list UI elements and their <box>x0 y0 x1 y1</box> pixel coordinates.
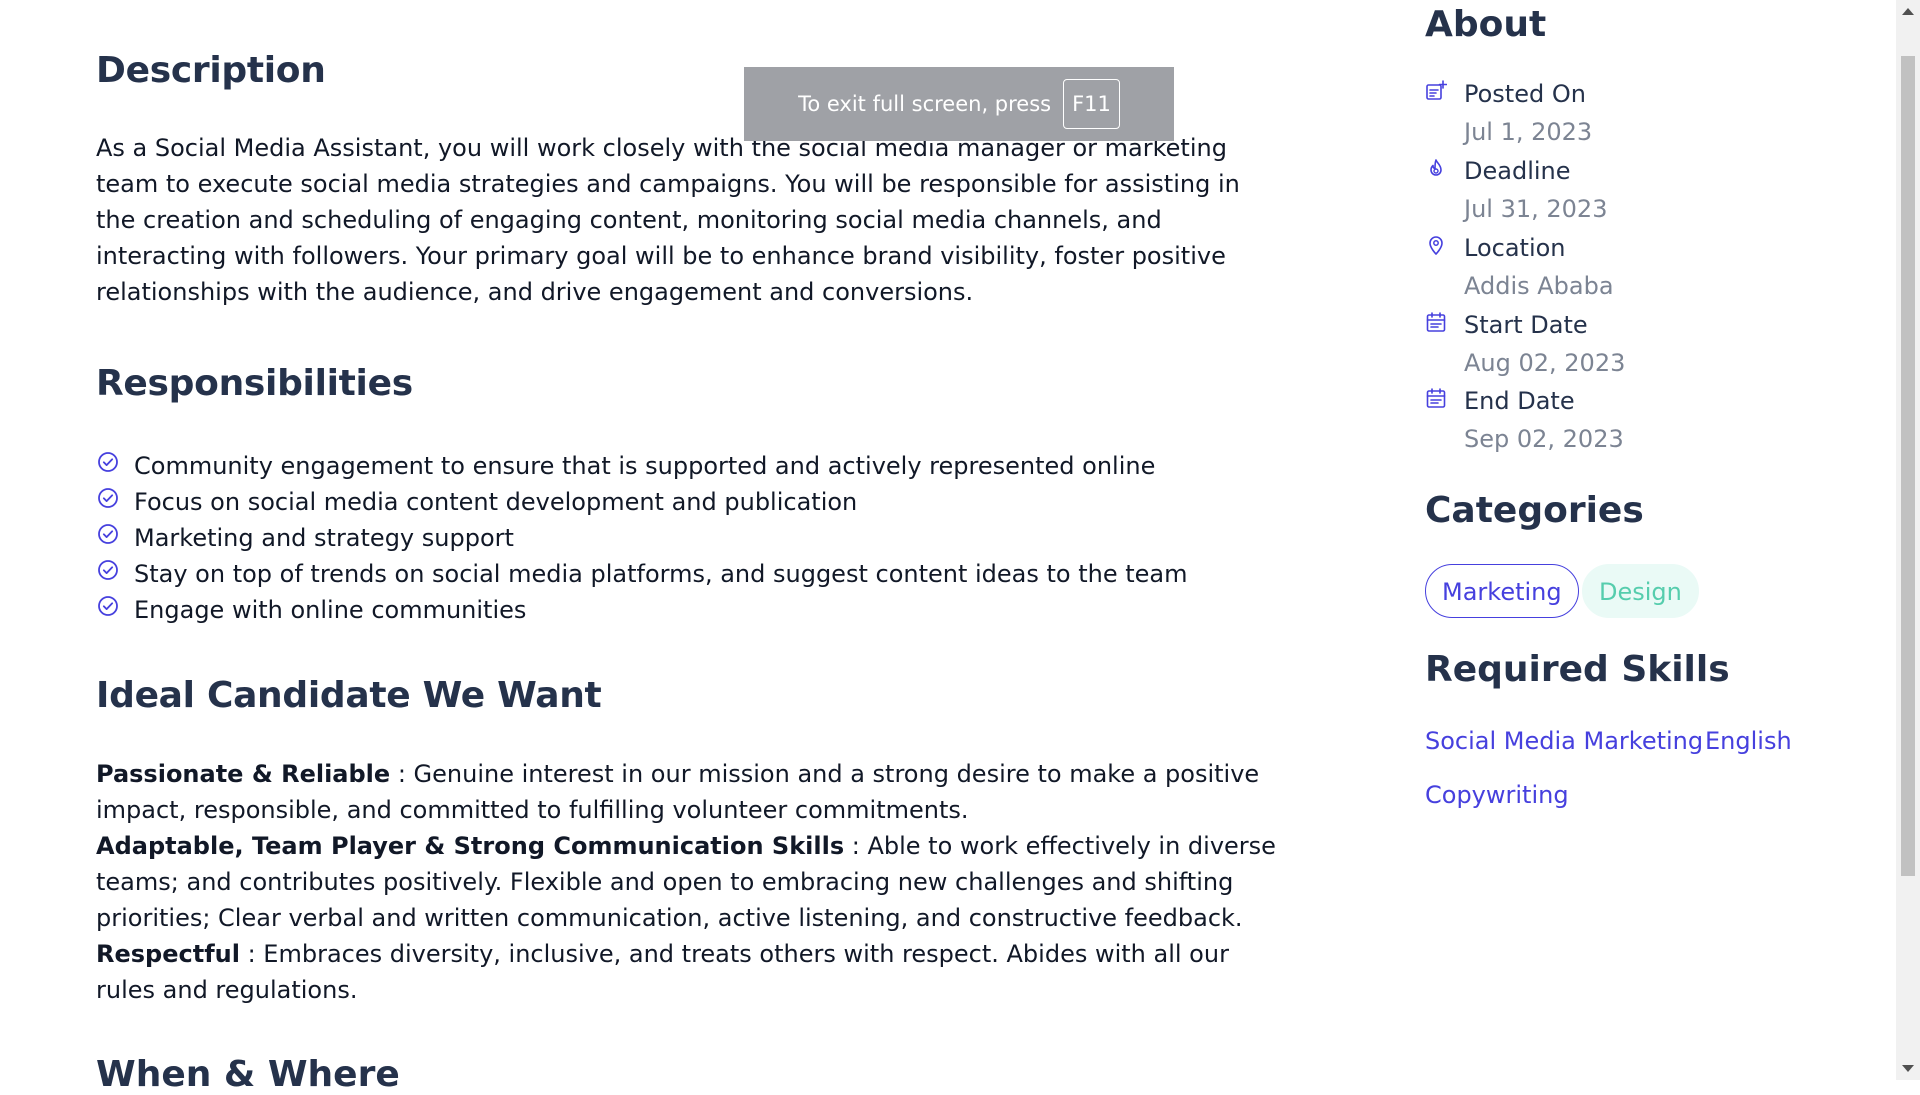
trait-name: Passionate & Reliable <box>96 760 391 788</box>
skill-tag[interactable]: Social Media Marketing <box>1425 727 1703 755</box>
location-pin-icon <box>1429 236 1443 255</box>
trait-item: Passionate & Reliable : Genuine interest… <box>96 756 1286 828</box>
trait-name: Adaptable, Team Player & Strong Communic… <box>96 832 845 860</box>
list-item: Stay on top of trends on social media pl… <box>96 556 1188 592</box>
about-value: Addis Ababa <box>1464 272 1614 300</box>
about-label: Start Date <box>1464 311 1588 339</box>
ideal-candidate-traits: Passionate & Reliable : Genuine interest… <box>96 756 1286 1008</box>
responsibilities-list: Community engagement to ensure that is s… <box>96 448 1188 628</box>
scroll-down-arrow-icon[interactable] <box>1902 1065 1914 1072</box>
trait-text: : Embraces diversity, inclusive, and tre… <box>96 940 1229 1004</box>
check-circle-icon <box>98 452 118 472</box>
responsibilities-title: Responsibilities <box>96 363 413 404</box>
about-label: Deadline <box>1464 157 1571 185</box>
trait-name: Respectful <box>96 940 240 968</box>
fullscreen-exit-toast: To exit full screen, press F11 <box>744 67 1174 141</box>
when-where-title: When & Where <box>96 1054 400 1095</box>
about-label: Posted On <box>1464 80 1586 108</box>
toast-key: F11 <box>1063 79 1120 129</box>
skill-tag[interactable]: Copywriting <box>1425 781 1569 809</box>
responsibility-text: Stay on top of trends on social media pl… <box>134 560 1188 588</box>
description-title: Description <box>96 50 326 91</box>
list-item: Engage with online communities <box>96 592 1188 628</box>
responsibility-text: Engage with online communities <box>134 596 527 624</box>
about-label: Location <box>1464 234 1566 262</box>
categories-title: Categories <box>1425 490 1644 531</box>
trait-item: Respectful : Embraces diversity, inclusi… <box>96 936 1286 1008</box>
about-value: Jul 1, 2023 <box>1464 118 1593 146</box>
category-chip-marketing[interactable]: Marketing <box>1425 564 1579 618</box>
responsibility-text: Marketing and strategy support <box>134 524 514 552</box>
list-item: Marketing and strategy support <box>96 520 1188 556</box>
check-circle-icon <box>98 560 118 580</box>
skill-tag[interactable]: English <box>1705 727 1792 755</box>
description-text: As a Social Media Assistant, you will wo… <box>96 134 1240 306</box>
about-title: About <box>1425 4 1547 45</box>
list-item: Community engagement to ensure that is s… <box>96 448 1188 484</box>
fire-icon <box>1430 159 1442 176</box>
vertical-scrollbar[interactable] <box>1896 0 1920 1080</box>
toast-text: To exit full screen, press <box>798 92 1052 116</box>
list-item: Focus on social media content developmen… <box>96 484 1188 520</box>
responsibility-text: Focus on social media content developmen… <box>134 488 858 516</box>
about-value: Sep 02, 2023 <box>1464 425 1624 453</box>
responsibility-text: Community engagement to ensure that is s… <box>134 452 1156 480</box>
ideal-candidate-title: Ideal Candidate We Want <box>96 675 602 716</box>
about-value: Jul 31, 2023 <box>1464 195 1608 223</box>
calendar-icon <box>1426 388 1446 408</box>
check-circle-icon <box>98 524 118 544</box>
check-circle-icon <box>98 596 118 616</box>
scrollbar-thumb[interactable] <box>1901 56 1915 876</box>
calendar-plus-icon <box>1426 80 1447 100</box>
scroll-up-arrow-icon[interactable] <box>1902 8 1914 15</box>
calendar-icon <box>1426 312 1446 332</box>
check-circle-icon <box>98 488 118 508</box>
required-skills-title: Required Skills <box>1425 649 1730 690</box>
trait-item: Adaptable, Team Player & Strong Communic… <box>96 828 1286 936</box>
about-value: Aug 02, 2023 <box>1464 349 1626 377</box>
about-label: End Date <box>1464 387 1575 415</box>
category-chip-design[interactable]: Design <box>1582 564 1699 618</box>
